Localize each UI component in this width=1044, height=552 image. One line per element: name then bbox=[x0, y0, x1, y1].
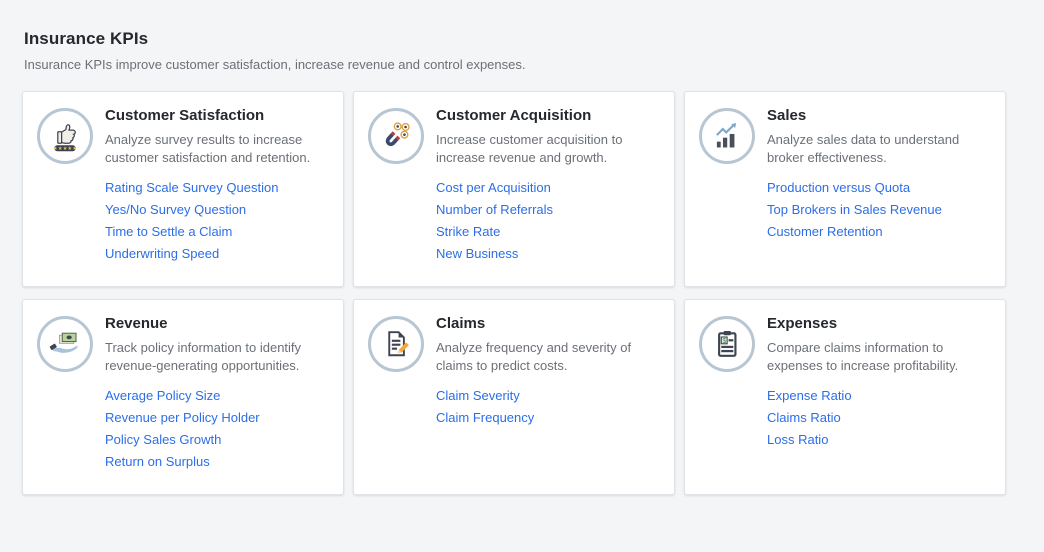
link-expense-ratio[interactable]: Expense Ratio bbox=[767, 389, 991, 402]
card-customer-satisfaction: ★★★★★ Customer Satisfaction Analyze surv… bbox=[22, 91, 344, 287]
link-revenue-per-policy-holder[interactable]: Revenue per Policy Holder bbox=[105, 411, 329, 424]
card-description: Increase customer acquisition to increas… bbox=[436, 131, 660, 166]
card-title: Customer Acquisition bbox=[436, 107, 660, 124]
card-description: Analyze frequency and severity of claims… bbox=[436, 339, 660, 374]
card-title: Expenses bbox=[767, 315, 991, 332]
link-new-business[interactable]: New Business bbox=[436, 247, 660, 260]
link-return-on-surplus[interactable]: Return on Surplus bbox=[105, 455, 329, 468]
card-link-list: Cost per Acquisition Number of Referrals… bbox=[436, 181, 660, 260]
card-link-list: Average Policy Size Revenue per Policy H… bbox=[105, 389, 329, 468]
page-subtitle: Insurance KPIs improve customer satisfac… bbox=[24, 57, 1044, 72]
bar-chart-growth-icon bbox=[699, 108, 755, 164]
link-rating-scale-survey-question[interactable]: Rating Scale Survey Question bbox=[105, 181, 329, 194]
link-loss-ratio[interactable]: Loss Ratio bbox=[767, 433, 991, 446]
card-sales: Sales Analyze sales data to understand b… bbox=[684, 91, 1006, 287]
card-claims: Claims Analyze frequency and severity of… bbox=[353, 299, 675, 495]
link-strike-rate[interactable]: Strike Rate bbox=[436, 225, 660, 238]
card-link-list: Rating Scale Survey Question Yes/No Surv… bbox=[105, 181, 329, 260]
link-underwriting-speed[interactable]: Underwriting Speed bbox=[105, 247, 329, 260]
link-top-brokers-in-sales-revenue[interactable]: Top Brokers in Sales Revenue bbox=[767, 203, 991, 216]
link-cost-per-acquisition[interactable]: Cost per Acquisition bbox=[436, 181, 660, 194]
claim-document-pencil-icon bbox=[368, 316, 424, 372]
card-expenses: $ Expenses Compare claims information to… bbox=[684, 299, 1006, 495]
expenses-clipboard-icon: $ bbox=[699, 316, 755, 372]
page-title: Insurance KPIs bbox=[24, 29, 1044, 49]
thumbs-up-rating-icon: ★★★★★ bbox=[37, 108, 93, 164]
insurance-kpis-page: Insurance KPIs Insurance KPIs improve cu… bbox=[0, 0, 1044, 495]
kpi-card-grid: ★★★★★ Customer Satisfaction Analyze surv… bbox=[22, 91, 1044, 495]
link-customer-retention[interactable]: Customer Retention bbox=[767, 225, 991, 238]
magnet-attract-customers-icon bbox=[368, 108, 424, 164]
link-average-policy-size[interactable]: Average Policy Size bbox=[105, 389, 329, 402]
card-title: Revenue bbox=[105, 315, 329, 332]
link-policy-sales-growth[interactable]: Policy Sales Growth bbox=[105, 433, 329, 446]
card-description: Analyze survey results to increase custo… bbox=[105, 131, 329, 166]
card-link-list: Claim Severity Claim Frequency bbox=[436, 389, 660, 424]
card-title: Customer Satisfaction bbox=[105, 107, 329, 124]
card-title: Claims bbox=[436, 315, 660, 332]
card-description: Analyze sales data to understand broker … bbox=[767, 131, 991, 166]
svg-text:★★★★★: ★★★★★ bbox=[53, 146, 77, 152]
card-description: Track policy information to identify rev… bbox=[105, 339, 329, 374]
card-link-list: Expense Ratio Claims Ratio Loss Ratio bbox=[767, 389, 991, 446]
link-production-versus-quota[interactable]: Production versus Quota bbox=[767, 181, 991, 194]
money-in-hand-icon bbox=[37, 316, 93, 372]
link-yes-no-survey-question[interactable]: Yes/No Survey Question bbox=[105, 203, 329, 216]
card-customer-acquisition: Customer Acquisition Increase customer a… bbox=[353, 91, 675, 287]
card-revenue: Revenue Track policy information to iden… bbox=[22, 299, 344, 495]
link-time-to-settle-a-claim[interactable]: Time to Settle a Claim bbox=[105, 225, 329, 238]
card-link-list: Production versus Quota Top Brokers in S… bbox=[767, 181, 991, 238]
link-claims-ratio[interactable]: Claims Ratio bbox=[767, 411, 991, 424]
card-title: Sales bbox=[767, 107, 991, 124]
link-number-of-referrals[interactable]: Number of Referrals bbox=[436, 203, 660, 216]
svg-text:$: $ bbox=[722, 336, 726, 345]
link-claim-frequency[interactable]: Claim Frequency bbox=[436, 411, 660, 424]
link-claim-severity[interactable]: Claim Severity bbox=[436, 389, 660, 402]
card-description: Compare claims information to expenses t… bbox=[767, 339, 991, 374]
